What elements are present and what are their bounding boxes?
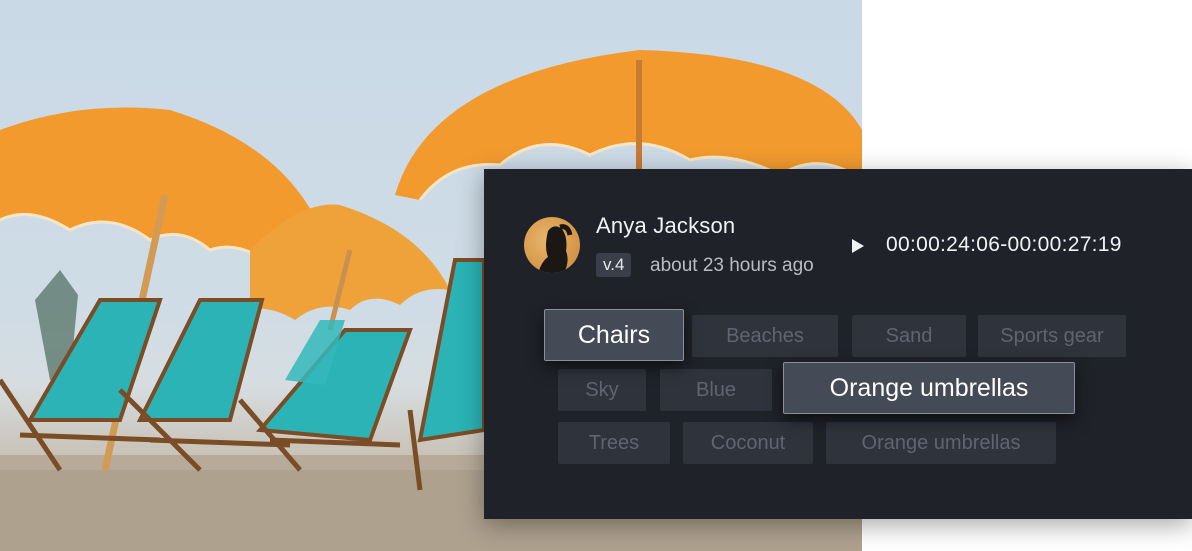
comment-timestamp: about 23 hours ago xyxy=(650,255,814,276)
tag-orange-umbrellas[interactable]: Orange umbrellas xyxy=(826,422,1056,464)
tag-blue[interactable]: Blue xyxy=(660,369,772,411)
tag-sports-gear[interactable]: Sports gear xyxy=(978,315,1126,357)
tag-sky[interactable]: Sky xyxy=(558,369,646,411)
comment-panel: Anya Jackson v.4 about 23 hours ago 00:0… xyxy=(484,169,1192,519)
tag-chairs-selected[interactable]: Chairs xyxy=(544,309,684,361)
avatar[interactable] xyxy=(524,217,580,273)
tag-sand[interactable]: Sand xyxy=(852,315,966,357)
tag-orange-umbrellas-selected[interactable]: Orange umbrellas xyxy=(783,362,1075,414)
tag-beaches[interactable]: Beaches xyxy=(692,315,838,357)
tag-coconut[interactable]: Coconut xyxy=(683,422,813,464)
version-badge: v.4 xyxy=(596,253,632,277)
timecode-range[interactable]: 00:00:24:06-00:00:27:19 xyxy=(886,233,1122,257)
tag-trees[interactable]: Trees xyxy=(558,422,670,464)
person-silhouette-icon xyxy=(538,224,573,273)
author-name: Anya Jackson xyxy=(596,213,736,238)
play-icon[interactable] xyxy=(852,239,864,253)
